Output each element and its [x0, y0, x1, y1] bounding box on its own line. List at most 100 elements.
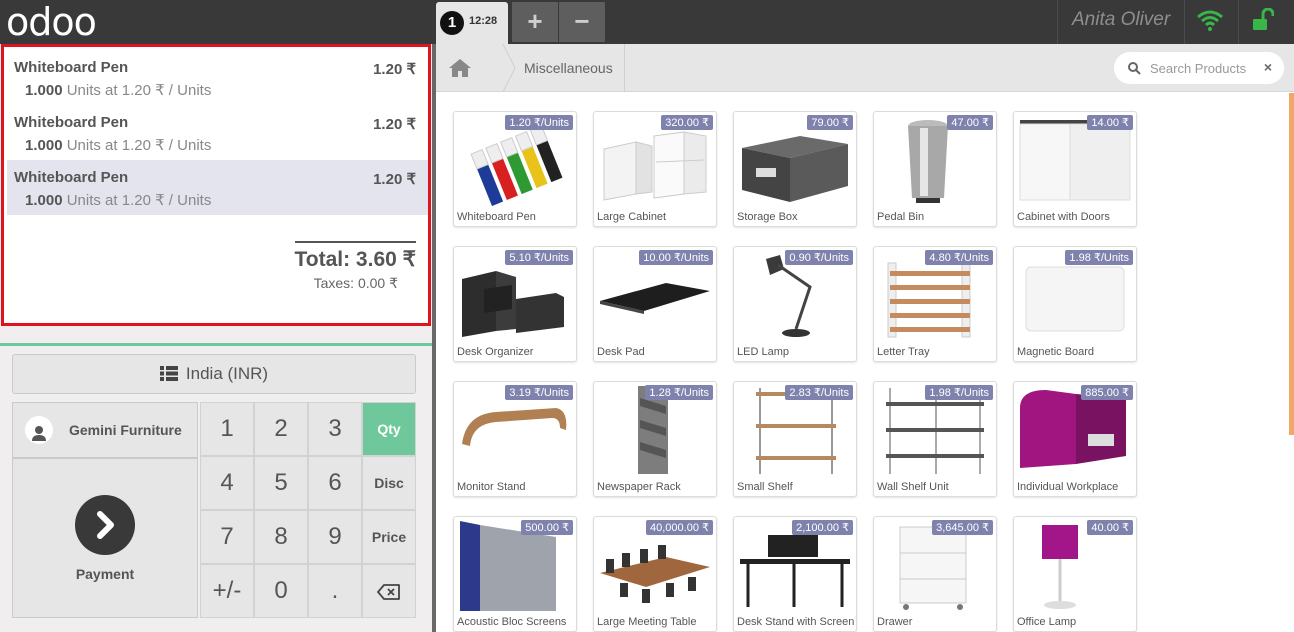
mode-disc-button[interactable]: Disc — [362, 456, 416, 510]
new-order-button[interactable]: + — [512, 2, 558, 42]
delete-order-button[interactable]: − — [559, 2, 605, 42]
numpad-key-3[interactable]: 3 — [308, 402, 362, 456]
numpad-key-4[interactable]: 4 — [200, 456, 254, 510]
product-name: Monitor Stand — [457, 481, 526, 493]
order-summary: Total: 3.60 ₹ Taxes: 0.00 ₹ — [294, 241, 416, 292]
breadcrumb: Miscellaneous × — [436, 44, 1294, 92]
pricelist-button[interactable]: India (INR) — [12, 354, 416, 394]
clear-search-icon[interactable]: × — [1264, 59, 1272, 75]
product-price: 10.00 ₹/Units — [639, 250, 713, 265]
product-card[interactable]: 2,100.00 ₹ Desk Stand with Screen — [733, 516, 857, 632]
backspace-button[interactable] — [362, 564, 416, 618]
breadcrumb-category[interactable]: Miscellaneous — [524, 60, 613, 76]
product-card[interactable]: 79.00 ₹ Storage Box — [733, 111, 857, 227]
numpad-key-2[interactable]: 2 — [254, 402, 308, 456]
backspace-icon — [377, 584, 400, 600]
order-line-info: 1.000 Units at 1.20 ₹ / Units — [25, 81, 428, 99]
product-card[interactable]: 0.90 ₹/Units LED Lamp — [733, 246, 857, 362]
order-panel: Whiteboard Pen 1.20 ₹ 1.000 Units at 1.2… — [1, 44, 431, 326]
payment-label: Payment — [75, 566, 135, 582]
product-name: Storage Box — [737, 211, 798, 223]
list-icon — [159, 366, 178, 381]
product-name: Desk Stand with Screen — [737, 616, 855, 628]
home-icon[interactable] — [448, 58, 472, 78]
product-card[interactable]: 1.20 ₹/Units Whiteboard Pen — [453, 111, 577, 227]
product-price: 320.00 ₹ — [661, 115, 713, 130]
product-name: Large Cabinet — [597, 211, 667, 223]
numpad: 1 2 3 Qty 4 5 6 Disc 7 8 9 Price +/- 0 . — [200, 402, 416, 618]
wifi-icon[interactable] — [1196, 8, 1224, 32]
unlock-icon[interactable] — [1252, 8, 1274, 32]
product-price: 40.00 ₹ — [1087, 520, 1133, 535]
product-price: 1.20 ₹/Units — [505, 115, 573, 130]
product-card[interactable]: 5.10 ₹/Units Desk Organizer — [453, 246, 577, 362]
product-card[interactable]: 320.00 ₹ Large Cabinet — [593, 111, 717, 227]
customer-button[interactable]: Gemini Furniture — [12, 402, 198, 458]
order-line[interactable]: Whiteboard Pen 1.20 ₹ 1.000 Units at 1.2… — [7, 105, 428, 160]
product-card[interactable]: 47.00 ₹ Pedal Bin — [873, 111, 997, 227]
product-card[interactable]: 2.83 ₹/Units Small Shelf — [733, 381, 857, 497]
numpad-key-dot[interactable]: . — [308, 564, 362, 618]
numpad-key-8[interactable]: 8 — [254, 510, 308, 564]
mode-qty-button[interactable]: Qty — [362, 402, 416, 456]
product-card[interactable]: 40,000.00 ₹ Large Meeting Table — [593, 516, 717, 632]
product-name: Cabinet with Doors — [1017, 211, 1110, 223]
order-line-info: 1.000 Units at 1.20 ₹ / Units — [25, 136, 428, 154]
order-line-selected[interactable]: Whiteboard Pen 1.20 ₹ 1.000 Units at 1.2… — [7, 160, 428, 215]
product-card[interactable]: 885.00 ₹ Individual Workplace — [1013, 381, 1137, 497]
product-price: 0.90 ₹/Units — [785, 250, 853, 265]
order-line-qty: 1.000 — [25, 82, 63, 99]
order-line-qty: 1.000 — [25, 192, 63, 209]
header-divider — [1057, 0, 1058, 44]
product-card[interactable]: 1.98 ₹/Units Magnetic Board — [1013, 246, 1137, 362]
numpad-key-sign[interactable]: +/- — [200, 564, 254, 618]
product-price: 3,645.00 ₹ — [932, 520, 993, 535]
product-card[interactable]: 3,645.00 ₹ Drawer — [873, 516, 997, 632]
product-name: Magnetic Board — [1017, 346, 1095, 358]
order-line-product: Whiteboard Pen — [14, 59, 129, 76]
left-pane: Whiteboard Pen 1.20 ₹ 1.000 Units at 1.2… — [0, 44, 432, 632]
order-line-product: Whiteboard Pen — [14, 169, 129, 186]
search-input[interactable] — [1150, 59, 1260, 77]
product-card[interactable]: 10.00 ₹/Units Desk Pad — [593, 246, 717, 362]
numpad-key-1[interactable]: 1 — [200, 402, 254, 456]
scrollbar[interactable] — [1289, 93, 1294, 435]
payment-button[interactable]: Payment — [12, 458, 198, 618]
order-line-price: 1.20 ₹ — [373, 171, 416, 188]
numpad-key-0[interactable]: 0 — [254, 564, 308, 618]
product-price: 1.98 ₹/Units — [1065, 250, 1133, 265]
numpad-key-6[interactable]: 6 — [308, 456, 362, 510]
order-taxes: Taxes: 0.00 ₹ — [313, 275, 398, 291]
header-divider — [1184, 0, 1185, 44]
product-name: Office Lamp — [1017, 616, 1077, 628]
product-price: 79.00 ₹ — [807, 115, 853, 130]
numpad-key-5[interactable]: 5 — [254, 456, 308, 510]
order-line[interactable]: Whiteboard Pen 1.20 ₹ 1.000 Units at 1.2… — [7, 50, 428, 105]
product-card[interactable]: 14.00 ₹ Cabinet with Doors — [1013, 111, 1137, 227]
breadcrumb-divider — [624, 44, 625, 92]
breadcrumb-separator — [502, 44, 516, 92]
product-name: Pedal Bin — [877, 211, 925, 223]
product-name: Letter Tray — [877, 346, 930, 358]
order-tab[interactable]: 1 12:28 — [436, 2, 508, 44]
order-line-unit-info: Units at 1.20 ₹ / Units — [66, 192, 212, 209]
order-line-product: Whiteboard Pen — [14, 114, 129, 131]
numpad-key-9[interactable]: 9 — [308, 510, 362, 564]
product-card[interactable]: 1.28 ₹/Units Newspaper Rack — [593, 381, 717, 497]
customer-name: Gemini Furniture — [69, 422, 182, 438]
product-card[interactable]: 4.80 ₹/Units Letter Tray — [873, 246, 997, 362]
product-name: Wall Shelf Unit — [877, 481, 949, 493]
product-price: 5.10 ₹/Units — [505, 250, 573, 265]
product-name: LED Lamp — [737, 346, 789, 358]
mode-price-button[interactable]: Price — [362, 510, 416, 564]
product-price: 40,000.00 ₹ — [646, 520, 713, 535]
numpad-key-7[interactable]: 7 — [200, 510, 254, 564]
product-card[interactable]: 40.00 ₹ Office Lamp — [1013, 516, 1137, 632]
product-card[interactable]: 3.19 ₹/Units Monitor Stand — [453, 381, 577, 497]
product-card[interactable]: 500.00 ₹ Acoustic Bloc Screens — [453, 516, 577, 632]
order-line-info: 1.000 Units at 1.20 ₹ / Units — [25, 191, 428, 209]
product-price: 1.28 ₹/Units — [645, 385, 713, 400]
product-name: Small Shelf — [737, 481, 793, 493]
user-name[interactable]: Anita Oliver — [1072, 9, 1170, 31]
product-card[interactable]: 1.98 ₹/Units Wall Shelf Unit — [873, 381, 997, 497]
